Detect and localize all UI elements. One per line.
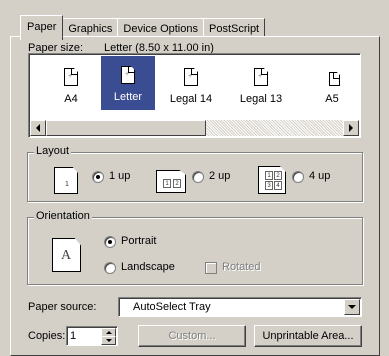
copies-down-button[interactable] [101, 336, 116, 345]
layout-2up-label[interactable]: 2 up [209, 170, 230, 182]
paper-item-label: A5 [325, 93, 339, 105]
page-icon: + [254, 68, 268, 86]
rotated-checkbox[interactable] [205, 262, 217, 274]
landscape-radio[interactable] [104, 262, 116, 274]
orientation-preview-icon: A [52, 238, 81, 272]
paper-size-list[interactable]: + A4 + Letter + Legal 14 + Legal 13 A5 [28, 53, 361, 138]
custom-button[interactable]: Custom... [138, 325, 246, 347]
portrait-label[interactable]: Portrait [121, 235, 156, 247]
page-icon: + [184, 68, 198, 86]
scroll-right-button[interactable] [343, 120, 359, 136]
paper-source-select[interactable]: AutoSelect Tray [118, 297, 362, 317]
paper-list-scrollbar[interactable] [30, 120, 359, 136]
landscape-label[interactable]: Landscape [121, 261, 175, 273]
arrow-down-icon [105, 339, 112, 342]
paper-item-label: Letter [113, 91, 143, 103]
copies-label: Copies: [28, 330, 66, 342]
orientation-group-title: Orientation [34, 210, 92, 222]
copies-value: 1 [70, 330, 77, 342]
one-up-icon: 1 [54, 167, 78, 194]
page-icon: + [121, 66, 135, 84]
tab-paper[interactable]: Paper [20, 15, 64, 40]
orientation-preview-letter: A [61, 248, 72, 263]
arrow-left-icon [36, 124, 40, 132]
page-icon [329, 72, 340, 86]
paper-item-legal-13[interactable]: + Legal 13 [234, 58, 288, 112]
paper-item-label: A4 [64, 93, 78, 105]
paper-item-a4[interactable]: + A4 [44, 58, 98, 112]
scroll-thumb[interactable] [46, 120, 206, 136]
page-icon: + [64, 68, 78, 86]
four-up-icon: 12 34 [258, 166, 286, 194]
paper-item-label: Legal 13 [239, 93, 283, 105]
layout-4up-radio[interactable] [292, 171, 304, 183]
two-up-icon: 12 [156, 170, 186, 193]
portrait-radio[interactable] [104, 236, 116, 248]
chevron-down-icon [348, 305, 356, 309]
paper-source-label: Paper source: [28, 301, 97, 313]
layout-4up-label[interactable]: 4 up [309, 170, 330, 182]
dropdown-button[interactable] [344, 299, 360, 315]
arrow-right-icon [349, 124, 353, 132]
paper-item-label: Legal 14 [169, 93, 213, 105]
unprintable-area-button[interactable]: Unprintable Area... [254, 325, 362, 347]
paper-item-letter[interactable]: + Letter [101, 56, 155, 110]
layout-2up-radio[interactable] [192, 171, 204, 183]
paper-item-a5[interactable]: A5 [305, 58, 359, 112]
arrow-up-icon [105, 331, 112, 334]
layout-1up-radio[interactable] [92, 171, 104, 183]
paper-source-value: AutoSelect Tray [133, 301, 211, 313]
rotated-label: Rotated [222, 261, 261, 273]
layout-group-title: Layout [34, 145, 72, 157]
scroll-left-button[interactable] [30, 120, 46, 136]
layout-1up-label[interactable]: 1 up [109, 170, 130, 182]
paper-item-legal-14[interactable]: + Legal 14 [164, 58, 218, 112]
copies-input[interactable]: 1 [66, 326, 118, 346]
